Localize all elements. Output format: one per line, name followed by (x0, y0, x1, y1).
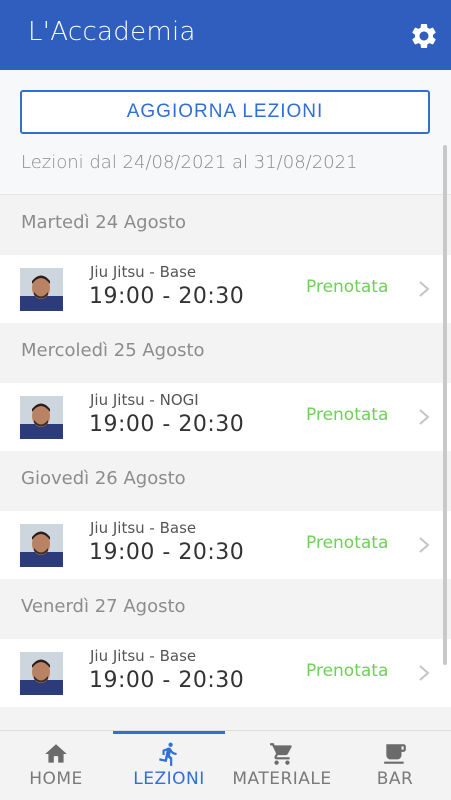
lesson-row[interactable]: Jiu Jitsu - Base 19:00 - 20:30 Prenotata (0, 255, 451, 323)
scrollbar[interactable] (443, 145, 447, 665)
lessons-header-panel: AGGIORNA LEZIONI Lezioni dal 24/08/2021 … (0, 70, 451, 195)
refresh-lessons-button[interactable]: AGGIORNA LEZIONI (20, 90, 430, 134)
nav-home-label: HOME (29, 769, 83, 789)
lesson-time: 19:00 - 20:30 (89, 412, 245, 437)
nav-bar-label: BAR (376, 769, 414, 789)
lesson-status: Prenotata (306, 277, 389, 297)
chevron-right-icon (419, 665, 430, 681)
running-person-icon (159, 742, 177, 766)
app-title: L'Accademia (28, 17, 196, 47)
lesson-row[interactable]: Jiu Jitsu - Base 19:00 - 20:30 Prenotata (0, 639, 451, 707)
nav-materiale-label: MATERIALE (232, 769, 332, 789)
day-label: Mercoledì 25 Agosto (21, 340, 205, 361)
day-header: Martedì 24 Agosto (0, 195, 451, 255)
lesson-time: 19:00 - 20:30 (89, 284, 245, 309)
lesson-status: Prenotata (306, 533, 389, 553)
lesson-time: 19:00 - 20:30 (89, 540, 245, 565)
lesson-row[interactable]: Jiu Jitsu - NOGI 19:00 - 20:30 Prenotata (0, 383, 451, 451)
day-header: Mercoledì 25 Agosto (0, 323, 451, 383)
gear-icon[interactable] (409, 21, 439, 51)
bottom-nav: HOME LEZIONI MATERIALE BAR (0, 730, 451, 800)
lesson-status: Prenotata (306, 405, 389, 425)
lessons-list[interactable]: AGGIORNA LEZIONI Lezioni dal 24/08/2021 … (0, 70, 451, 730)
coffee-cup-icon (384, 744, 406, 764)
lesson-course: Jiu Jitsu - Base (90, 263, 197, 281)
date-range-text: Lezioni dal 24/08/2021 al 31/08/2021 (21, 152, 358, 173)
lesson-course: Jiu Jitsu - NOGI (90, 391, 199, 409)
day-header: Giovedì 26 Agosto (0, 451, 451, 511)
lesson-time: 19:00 - 20:30 (89, 668, 245, 693)
nav-lezioni-label: LEZIONI (133, 769, 205, 789)
day-header: Venerdì 27 Agosto (0, 579, 451, 639)
lesson-course: Jiu Jitsu - Base (90, 647, 197, 665)
instructor-avatar (20, 652, 63, 695)
instructor-avatar (20, 524, 63, 567)
day-label: Martedì 24 Agosto (21, 212, 187, 233)
day-label: Giovedì 26 Agosto (21, 468, 186, 489)
nav-materiale[interactable]: MATERIALE (226, 731, 338, 800)
lesson-status: Prenotata (306, 661, 389, 681)
nav-lezioni[interactable]: LEZIONI (113, 731, 225, 800)
nav-home[interactable]: HOME (0, 731, 112, 800)
instructor-avatar (20, 268, 63, 311)
app-bar: L'Accademia (0, 0, 451, 70)
lesson-course: Jiu Jitsu - Base (90, 519, 197, 537)
chevron-right-icon (419, 409, 430, 425)
lesson-row[interactable]: Jiu Jitsu - Base 19:00 - 20:30 Prenotata (0, 511, 451, 579)
nav-bar[interactable]: BAR (339, 731, 451, 800)
instructor-avatar (20, 396, 63, 439)
day-label: Venerdì 27 Agosto (21, 596, 186, 617)
chevron-right-icon (419, 281, 430, 297)
cart-icon (270, 743, 292, 765)
home-icon (45, 744, 67, 763)
chevron-right-icon (419, 537, 430, 553)
